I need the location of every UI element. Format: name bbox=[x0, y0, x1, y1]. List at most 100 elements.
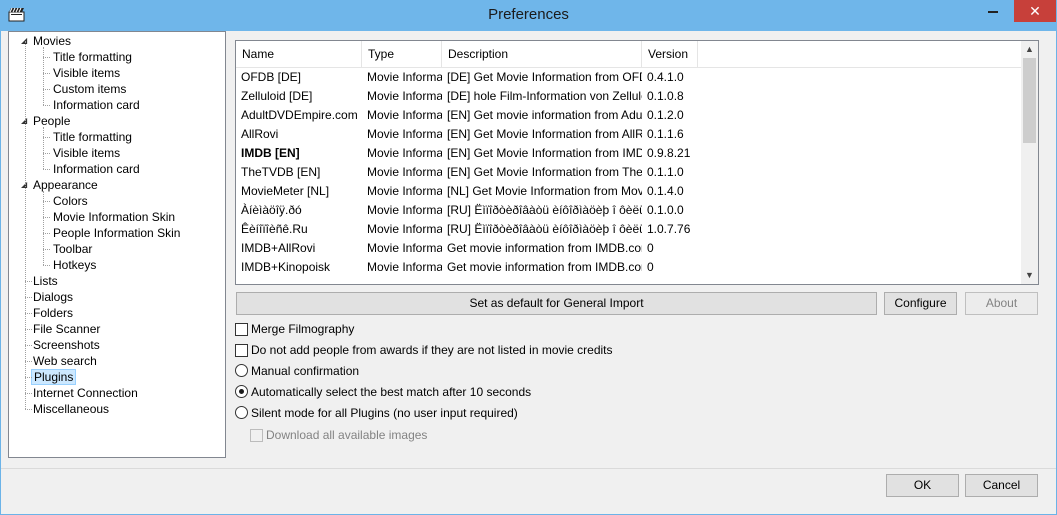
plugin-description: [DE] Get Movie Information from OFDB.d bbox=[447, 70, 642, 84]
tree-item[interactable]: Miscellaneous bbox=[31, 401, 111, 417]
close-button[interactable]: ✕ bbox=[1014, 0, 1056, 22]
tree-item[interactable]: Plugins bbox=[31, 369, 77, 385]
tree-connector bbox=[25, 329, 32, 330]
cancel-button[interactable]: Cancel bbox=[965, 474, 1038, 497]
tree-item[interactable]: People bbox=[31, 113, 72, 129]
download-images-checkbox[interactable] bbox=[250, 429, 263, 442]
scroll-up-icon[interactable]: ▲ bbox=[1021, 41, 1038, 58]
tree-item[interactable]: Internet Connection bbox=[31, 385, 140, 401]
tree-connector bbox=[43, 265, 50, 266]
title-bar: Preferences ✕ bbox=[0, 0, 1057, 31]
list-scrollbar[interactable]: ▲ ▼ bbox=[1021, 41, 1038, 284]
tree-item-label: Visible items bbox=[53, 66, 121, 80]
preferences-tree[interactable]: Movies ◢ Title formatting Visible items Cust… bbox=[8, 31, 226, 458]
silent-mode-radio[interactable] bbox=[235, 406, 248, 419]
tree-item[interactable]: Information card bbox=[51, 97, 142, 113]
tree-item-label: Colors bbox=[53, 194, 88, 208]
tree-item[interactable]: File Scanner bbox=[31, 321, 102, 337]
tree-item[interactable]: Movie Information Skin bbox=[51, 209, 177, 225]
list-header: Name Type Description Version bbox=[236, 41, 1022, 68]
tree-item[interactable]: Screenshots bbox=[31, 337, 102, 353]
ok-button[interactable]: OK bbox=[886, 474, 959, 497]
tree-connector bbox=[43, 217, 50, 218]
tree-item[interactable]: Visible items bbox=[51, 65, 122, 81]
download-images-option[interactable]: Download all available images bbox=[250, 428, 550, 444]
configure-button[interactable]: Configure bbox=[884, 292, 957, 315]
tree-item[interactable]: Custom items bbox=[51, 81, 128, 97]
tree-item[interactable]: Title formatting bbox=[51, 129, 134, 145]
tree-item[interactable]: Web search bbox=[31, 353, 99, 369]
merge-filmography-option[interactable]: Merge Filmography bbox=[235, 322, 635, 338]
plugin-name: AllRovi bbox=[241, 127, 279, 141]
plugin-type: Movie Informat bbox=[367, 184, 442, 198]
plugin-type: Movie Informat bbox=[367, 165, 442, 179]
close-icon: ✕ bbox=[1029, 3, 1041, 19]
tree-item[interactable]: People Information Skin bbox=[51, 225, 182, 241]
tree-item-label: Title formatting bbox=[53, 130, 132, 144]
tree-item[interactable]: Lists bbox=[31, 273, 60, 289]
tree-item[interactable]: Appearance bbox=[31, 177, 100, 193]
no-award-people-checkbox[interactable] bbox=[235, 344, 248, 357]
plugin-row[interactable]: Zelluloid [DE] Movie Informat [DE] hole Fi… bbox=[236, 87, 1022, 106]
column-header-type[interactable]: Type bbox=[362, 41, 442, 68]
column-header-version[interactable]: Version bbox=[642, 41, 698, 68]
plugin-description: [DE] hole Film-Information von Zelluloid… bbox=[447, 89, 642, 103]
scroll-down-icon[interactable]: ▼ bbox=[1021, 267, 1038, 284]
tree-guide-line bbox=[25, 41, 26, 409]
silent-mode-option[interactable]: Silent mode for all Plugins (no user inp… bbox=[235, 406, 575, 422]
tree-item[interactable]: Toolbar bbox=[51, 241, 94, 257]
tree-item-label: Dialogs bbox=[33, 290, 74, 304]
plugin-type: Movie Informat bbox=[367, 241, 442, 255]
tree-item[interactable]: Visible items bbox=[51, 145, 122, 161]
set-default-button[interactable]: Set as default for General Import bbox=[236, 292, 877, 315]
tree-item-label: Web search bbox=[33, 354, 97, 368]
plugin-version: 0.1.1.0 bbox=[647, 165, 684, 179]
plugin-name: IMDB+AllRovi bbox=[241, 241, 316, 255]
plugin-row[interactable]: MovieMeter [NL] Movie Informat [NL] Get Mo… bbox=[236, 182, 1022, 201]
plugin-description: [EN] Get Movie Information from IMDB.c bbox=[447, 146, 642, 160]
manual-confirmation-radio[interactable] bbox=[235, 364, 248, 377]
plugin-row[interactable]: AdultDVDEmpire.com Movie Informat [EN] Get… bbox=[236, 106, 1022, 125]
no-award-people-option[interactable]: Do not add people from awards if they ar… bbox=[235, 343, 655, 359]
about-button[interactable]: About bbox=[965, 292, 1038, 315]
tree-item[interactable]: Colors bbox=[51, 193, 90, 209]
plugin-row[interactable]: AllRovi Movie Informat [EN] Get Movie Info… bbox=[236, 125, 1022, 144]
plugin-row[interactable]: IMDB [EN] Movie Informat [EN] Get Movie In… bbox=[236, 144, 1022, 163]
plugin-list[interactable]: Name Type Description Version OFDB [DE] M… bbox=[235, 40, 1039, 285]
plugin-row[interactable]: TheTVDB [EN] Movie Informat [EN] Get Movie… bbox=[236, 163, 1022, 182]
plugin-description: [RU] Ëìïîðòèðîâàòü èíôîðìàöèþ î ôèëüìå è… bbox=[447, 203, 642, 217]
column-header-description[interactable]: Description bbox=[442, 41, 642, 68]
tree-connector bbox=[43, 89, 50, 90]
plugin-row[interactable]: Êèíîïîèñê.Ru Movie Informat [RU] Ëìïîðòèðî… bbox=[236, 220, 1022, 239]
plugin-row[interactable]: IMDB+AllRovi Movie Informat Get movie info… bbox=[236, 239, 1022, 258]
tree-item[interactable]: Information card bbox=[51, 161, 142, 177]
tree-guide-line bbox=[43, 47, 44, 105]
tree-item[interactable]: Title formatting bbox=[51, 49, 134, 65]
tree-item-label: Appearance bbox=[33, 178, 98, 192]
tree-item-label: Plugins bbox=[31, 369, 77, 385]
plugin-name: Àíèìàöîÿ.ðó bbox=[241, 203, 302, 217]
plugin-row[interactable]: IMDB+Kinopoisk Movie Informat Get movie in… bbox=[236, 258, 1022, 277]
tree-connector bbox=[43, 137, 50, 138]
tree-connector bbox=[43, 57, 50, 58]
merge-filmography-checkbox[interactable] bbox=[235, 323, 248, 336]
tree-item[interactable]: Movies bbox=[31, 33, 73, 49]
plugin-name: Zelluloid [DE] bbox=[241, 89, 313, 103]
auto-select-radio[interactable] bbox=[235, 385, 248, 398]
plugin-name: IMDB+Kinopoisk bbox=[241, 260, 331, 274]
plugin-type: Movie Informat bbox=[367, 108, 442, 122]
column-header-name[interactable]: Name bbox=[236, 41, 362, 68]
plugin-row[interactable]: OFDB [DE] Movie Informat [DE] Get Movie In… bbox=[236, 68, 1022, 87]
tree-item[interactable]: Folders bbox=[31, 305, 75, 321]
tree-item[interactable]: Dialogs bbox=[31, 289, 75, 305]
minimize-button[interactable] bbox=[972, 0, 1014, 22]
plugin-version: 1.0.7.76 bbox=[647, 222, 691, 236]
tree-item[interactable]: Hotkeys bbox=[51, 257, 98, 273]
tree-guide-line bbox=[43, 127, 44, 169]
manual-confirmation-option[interactable]: Manual confirmation bbox=[235, 364, 535, 380]
plugin-version: 0.9.8.21 bbox=[647, 146, 691, 160]
auto-select-option[interactable]: Automatically select the best match afte… bbox=[235, 385, 575, 401]
scroll-thumb[interactable] bbox=[1023, 58, 1036, 143]
plugin-description: Get movie information from IMDB.com ar bbox=[447, 241, 642, 255]
plugin-row[interactable]: Àíèìàöîÿ.ðó Movie Informat [RU] Ëìïîðòèðîâ… bbox=[236, 201, 1022, 220]
